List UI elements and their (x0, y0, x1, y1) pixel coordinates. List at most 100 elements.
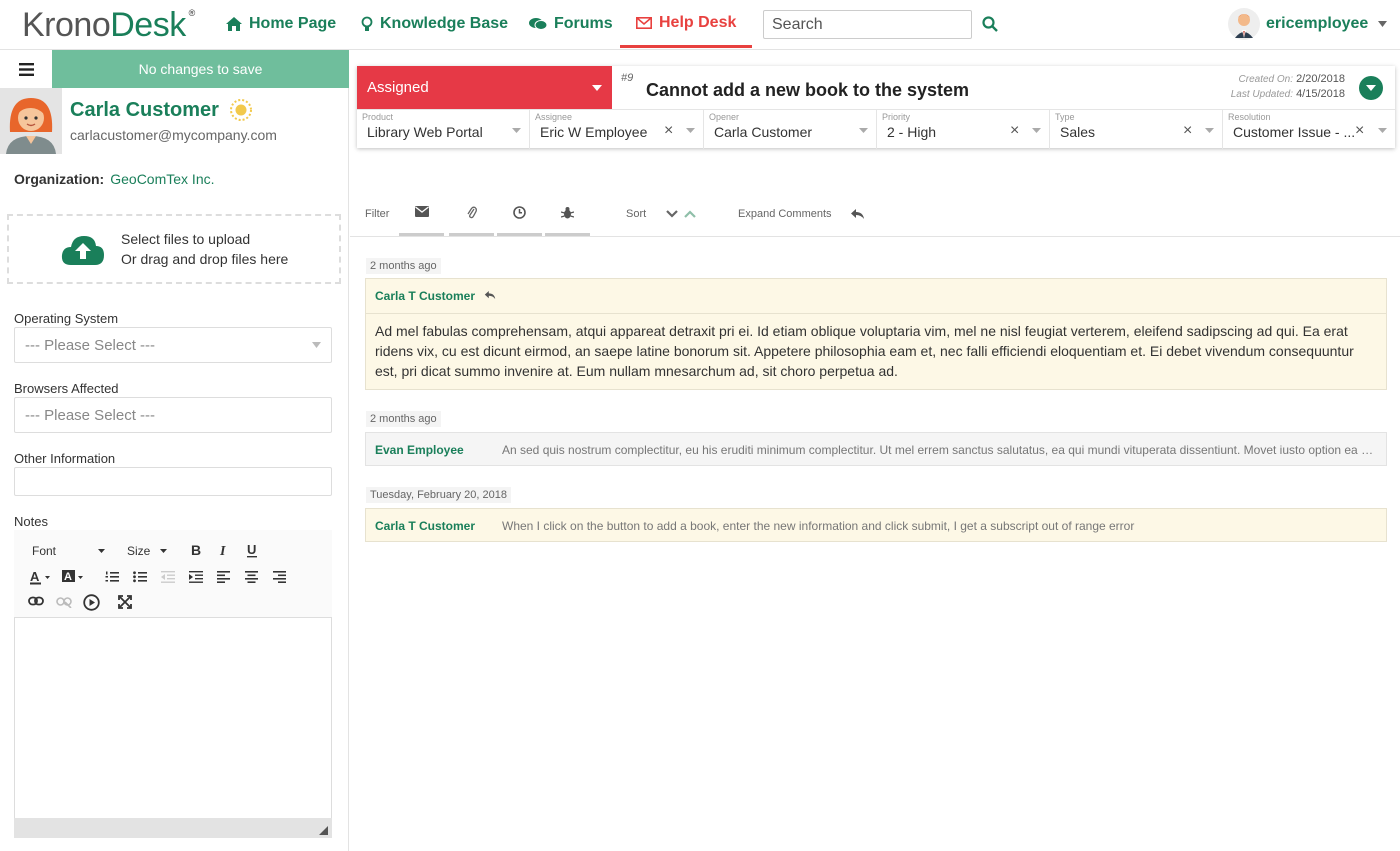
opener-field[interactable]: Opener Carla Customer (704, 110, 877, 149)
logo-text-krono: Krono (22, 6, 111, 44)
clock-icon (513, 206, 526, 233)
filter-history-tab[interactable] (497, 204, 542, 236)
notes-label: Notes (14, 514, 48, 529)
type-value: Sales (1060, 124, 1096, 140)
video-embed-icon[interactable] (83, 594, 100, 611)
ticket-title[interactable]: Cannot add a new book to the system (646, 80, 969, 101)
underline-icon[interactable]: U (246, 543, 258, 558)
clear-resolution-icon[interactable]: × (1355, 122, 1364, 140)
created-on-label: Created On: (1238, 74, 1293, 85)
priority-field[interactable]: Priority 2 - High × (877, 110, 1050, 149)
text-color-icon[interactable]: A (30, 570, 52, 585)
caret-down-icon (859, 128, 868, 133)
product-field[interactable]: Product Library Web Portal (357, 110, 530, 149)
size-dropdown[interactable]: Size (127, 544, 168, 558)
user-caret-down-icon[interactable] (1378, 21, 1387, 27)
clear-assignee-icon[interactable]: × (664, 122, 673, 140)
clear-priority-icon[interactable]: × (1010, 122, 1019, 140)
align-center-icon[interactable] (245, 571, 258, 583)
kronodesk-logo[interactable]: KronoDesk ® (22, 6, 195, 45)
align-right-icon[interactable] (273, 571, 286, 583)
browsers-affected-select[interactable]: --- Please Select --- (14, 397, 332, 433)
user-menu[interactable]: ericemployee (1228, 8, 1368, 40)
file-upload-dropzone[interactable]: Select files to upload Or drag and drop … (7, 214, 341, 284)
comment-author[interactable]: Carla T Customer (375, 289, 475, 303)
organization-row: Organization: GeoComTex Inc. (14, 171, 215, 187)
operating-system-label: Operating System (14, 311, 119, 326)
reply-icon[interactable] (850, 208, 865, 220)
expand-comments-button[interactable]: Expand Comments (738, 208, 832, 220)
numbered-list-icon[interactable] (105, 571, 119, 583)
organization-link[interactable]: GeoComTex Inc. (110, 171, 214, 187)
search-input[interactable] (763, 10, 972, 39)
envelope-icon (636, 16, 652, 29)
bulleted-list-icon[interactable] (133, 571, 147, 583)
comment-card-collapsed[interactable]: Evan Employee An sed quis nostrum comple… (365, 432, 1387, 466)
notes-editor-area[interactable] (14, 617, 332, 838)
nav-help-desk[interactable]: Help Desk (620, 0, 753, 48)
comment-card[interactable]: Carla T Customer Ad mel fabulas comprehe… (365, 278, 1387, 390)
status-dropdown[interactable]: Assigned (357, 66, 612, 109)
align-left-icon[interactable] (217, 571, 230, 583)
nav-home-page[interactable]: Home Page (222, 0, 340, 48)
comment-timestamp: 2 months ago (366, 411, 441, 427)
last-updated-label: Last Updated: (1230, 89, 1293, 100)
envelope-icon (414, 206, 429, 233)
bold-icon[interactable]: B (190, 543, 202, 557)
assignee-value: Eric W Employee (540, 124, 648, 140)
opener-label: Opener (709, 112, 740, 122)
resize-handle-icon[interactable] (319, 826, 328, 835)
notes-editor-resize-bar (14, 818, 332, 838)
logo-registered-mark: ® (188, 8, 196, 18)
filter-email-tab[interactable] (399, 204, 444, 236)
chevron-down-icon (312, 342, 321, 348)
indent-icon[interactable] (189, 571, 203, 583)
caret-down-icon (512, 128, 521, 133)
logo-text-desk: Desk (110, 6, 186, 44)
product-label: Product (362, 112, 394, 122)
caret-down-icon (1032, 128, 1041, 133)
type-field[interactable]: Type Sales × (1050, 110, 1223, 149)
caret-down-icon (98, 549, 106, 553)
search-icon[interactable] (982, 16, 998, 32)
sidebar-toggle-button[interactable] (0, 50, 52, 88)
operating-system-select[interactable]: --- Please Select --- (14, 327, 332, 363)
caret-down-icon (1205, 128, 1214, 133)
comment-author[interactable]: Evan Employee (375, 443, 464, 457)
clear-type-icon[interactable]: × (1183, 122, 1192, 140)
filter-bugs-tab[interactable] (545, 204, 590, 236)
italic-icon[interactable]: I (218, 543, 230, 557)
font-dropdown[interactable]: Font (32, 544, 106, 558)
type-label: Type (1055, 112, 1075, 122)
ticket-dates: Created On: 2/20/2018 Last Updated: 4/15… (1231, 72, 1345, 102)
assignee-field[interactable]: Assignee Eric W Employee × (530, 110, 704, 149)
filter-label: Filter (365, 208, 390, 220)
comment-timestamp: 2 months ago (366, 258, 441, 274)
upload-instruction: Select files to upload (121, 231, 251, 247)
created-on-value: 2/20/2018 (1296, 73, 1345, 85)
svg-text:A: A (30, 570, 40, 584)
ticket-actions-button[interactable] (1359, 76, 1383, 100)
notes-editor-toolbar: Font Size B I U A A (14, 530, 332, 618)
other-information-input[interactable] (14, 467, 332, 496)
nav-knowledge-base[interactable]: Knowledge Base (357, 0, 512, 48)
fullscreen-icon[interactable] (118, 595, 132, 609)
nav-forums[interactable]: Forums (525, 0, 617, 48)
comment-author[interactable]: Carla T Customer (375, 519, 475, 533)
paperclip-icon (466, 206, 477, 233)
link-icon[interactable] (28, 596, 44, 606)
background-color-icon[interactable]: A (62, 570, 86, 585)
comment-snippet: When I click on the button to add a book… (502, 519, 1135, 533)
sort-descending-icon[interactable] (666, 210, 678, 218)
last-updated-value: 4/15/2018 (1296, 88, 1345, 100)
ticket-fields-row: Product Library Web Portal Assignee Eric… (357, 109, 1395, 149)
browsers-affected-value: --- Please Select --- (25, 406, 156, 424)
resolution-field[interactable]: Resolution Customer Issue - ... × (1223, 110, 1395, 149)
comment-body: Ad mel fabulas comprehensam, atqui appar… (375, 323, 1354, 379)
comment-card-collapsed[interactable]: Carla T Customer When I click on the but… (365, 508, 1387, 542)
top-navbar: KronoDesk ® Home Page Knowledge Base Foru… (0, 0, 1400, 50)
filter-attachments-tab[interactable] (449, 204, 494, 236)
reply-icon[interactable] (484, 290, 496, 300)
sort-ascending-icon[interactable] (684, 210, 696, 218)
svg-text:U: U (247, 543, 256, 557)
